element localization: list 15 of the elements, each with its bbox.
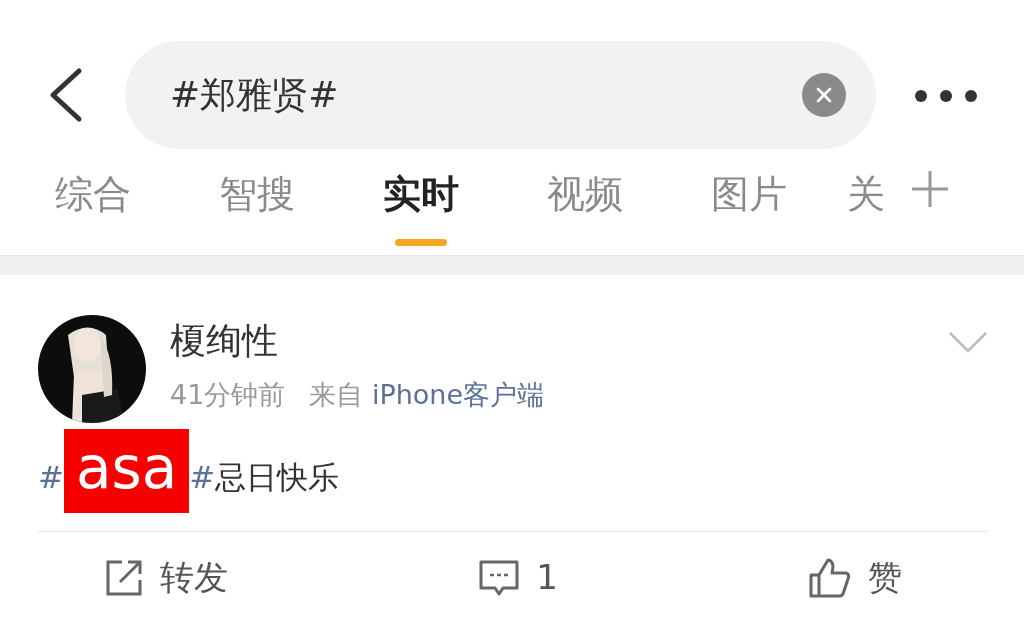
plus-icon (910, 169, 950, 209)
repost-button[interactable]: 转发 (104, 552, 228, 603)
thumbs-up-icon (808, 556, 852, 599)
author-name[interactable]: 榎绚性 (170, 323, 278, 359)
post-time: 41分钟前 (170, 378, 286, 412)
chevron-down-icon (948, 330, 988, 353)
post-text: # asa #忌日快乐 (38, 423, 988, 531)
close-icon (816, 87, 832, 103)
search-field[interactable]: #郑雅贤# (125, 41, 876, 149)
like-button[interactable]: 赞 (808, 552, 902, 603)
source-label: 来自 (309, 379, 364, 410)
source-link[interactable]: iPhone客户端 (371, 379, 545, 410)
more-icon (914, 88, 978, 103)
tab[interactable]: 实时 (339, 150, 503, 246)
comment-button[interactable]: 1 (478, 552, 558, 603)
